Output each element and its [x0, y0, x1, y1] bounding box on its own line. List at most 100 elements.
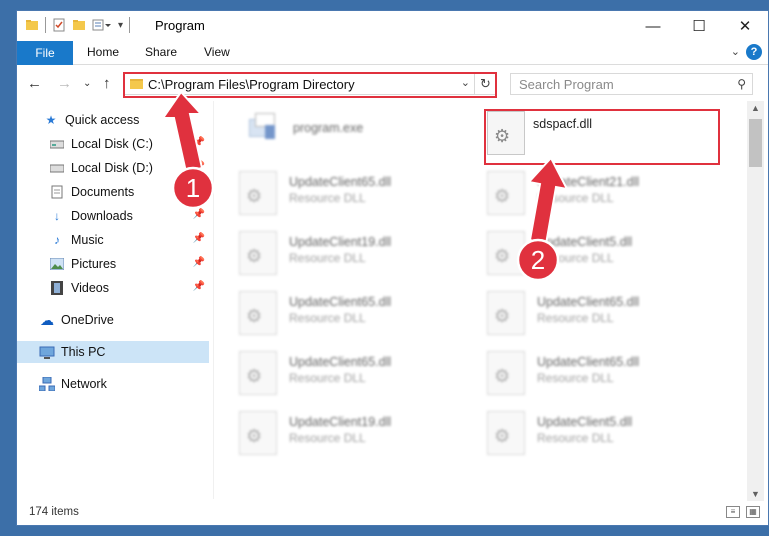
dll-icon: ⚙: [239, 231, 277, 275]
file-item[interactable]: ⚙ UpdateClient19.dll Resource DLL: [239, 231, 474, 287]
details-view-icon[interactable]: ≡: [726, 506, 740, 518]
tab-home[interactable]: Home: [87, 45, 119, 59]
dll-icon: ⚙: [239, 411, 277, 455]
qat-dropdown-icon[interactable]: ▾: [118, 20, 123, 31]
file-name: UpdateClient19.dll: [289, 235, 392, 249]
file-type: Resource DLL: [289, 191, 366, 205]
file-item[interactable]: ⚙ UpdateClient65.dll Resource DLL: [239, 291, 474, 347]
computer-icon: [39, 345, 55, 359]
tab-share[interactable]: Share: [145, 45, 177, 59]
scroll-down-icon[interactable]: ▼: [751, 489, 760, 499]
minimize-button[interactable]: —: [630, 11, 676, 41]
file-name: UpdateClient21.dll: [537, 175, 640, 189]
sidebar-item-onedrive[interactable]: ☁ OneDrive: [17, 309, 209, 331]
help-button[interactable]: ?: [746, 44, 762, 60]
drive-icon: [49, 161, 65, 175]
file-item[interactable]: ⚙ UpdateClient5.dll Resource DLL: [487, 411, 722, 467]
videos-icon: [49, 281, 65, 295]
file-item[interactable]: ⚙ UpdateClient65.dll Resource DLL: [487, 291, 722, 347]
sidebar-item-network[interactable]: Network: [17, 373, 209, 395]
file-item[interactable]: ⚙ UpdateClient21.dll Resource DLL: [487, 171, 722, 227]
new-folder-icon[interactable]: [72, 18, 86, 32]
forward-button[interactable]: →: [57, 75, 72, 92]
pane-divider: [213, 101, 214, 499]
up-button[interactable]: ↑: [103, 75, 111, 92]
expand-ribbon-icon[interactable]: ⌄: [731, 45, 740, 58]
sidebar-item-label: Downloads: [71, 209, 133, 223]
tab-file[interactable]: File: [17, 41, 73, 65]
sidebar-item-documents[interactable]: Documents 📌: [17, 181, 209, 203]
gear-icon: ⚙: [246, 366, 263, 386]
vertical-scrollbar[interactable]: ▲ ▼: [747, 101, 764, 501]
sidebar-item-label: Local Disk (D:): [71, 161, 153, 175]
file-name: UpdateClient5.dll: [537, 415, 633, 429]
quick-access-toolbar: ▾: [25, 17, 131, 33]
window-title: Program: [155, 18, 205, 33]
file-item[interactable]: program.exe: [243, 111, 478, 167]
maximize-button[interactable]: ☐: [676, 11, 722, 41]
file-type: Resource DLL: [289, 251, 366, 265]
pin-icon: 📌: [192, 137, 205, 148]
dll-icon: ⚙: [239, 291, 277, 335]
file-item[interactable]: ⚙ UpdateClient5.dll Resource DLL: [487, 231, 722, 287]
scroll-thumb[interactable]: [749, 119, 762, 167]
pin-icon: 📌: [192, 161, 205, 172]
dll-icon: ⚙: [239, 171, 277, 215]
ribbon-tabs: File Home Share View ⌄ ?: [17, 41, 768, 65]
file-name: UpdateClient65.dll: [289, 355, 392, 369]
customize-icon[interactable]: [92, 18, 112, 32]
pin-icon: 📌: [192, 233, 205, 244]
sidebar-item-this-pc[interactable]: This PC: [17, 341, 209, 363]
gear-icon: ⚙: [494, 426, 511, 446]
view-buttons: ≡ ▦: [726, 506, 760, 518]
sidebar-item-quick-access[interactable]: ★ Quick access: [17, 109, 209, 131]
sidebar-item-music[interactable]: ♪ Music 📌: [17, 229, 209, 251]
back-button[interactable]: ←: [27, 75, 42, 92]
file-item[interactable]: ⚙ UpdateClient65.dll Resource DLL: [487, 351, 722, 407]
pin-icon: 📌: [192, 209, 205, 220]
file-name: UpdateClient65.dll: [537, 295, 640, 309]
file-type: Resource DLL: [289, 311, 366, 325]
status-bar: 174 items ≡ ▦: [17, 503, 768, 525]
file-item[interactable]: ⚙ UpdateClient65.dll Resource DLL: [239, 351, 474, 407]
pin-icon: 📌: [192, 185, 205, 196]
item-count: 174 items: [29, 506, 79, 518]
sidebar-item-label: Quick access: [65, 113, 140, 127]
gear-icon: ⚙: [246, 306, 263, 326]
recent-locations-icon[interactable]: ⌄: [83, 78, 91, 89]
large-icons-view-icon[interactable]: ▦: [746, 506, 760, 518]
download-icon: ↓: [54, 209, 60, 223]
file-item[interactable]: ⚙ UpdateClient65.dll Resource DLL: [239, 171, 474, 227]
file-name: UpdateClient5.dll: [537, 235, 633, 249]
search-input[interactable]: Search Program: [519, 77, 614, 92]
gear-icon: ⚙: [494, 366, 511, 386]
sidebar-item-label: This PC: [61, 345, 106, 359]
folder-icon[interactable]: [25, 18, 39, 32]
star-icon: ★: [45, 113, 57, 127]
file-type: Resource DLL: [537, 191, 614, 205]
exe-icon: [249, 113, 277, 141]
sidebar-item-local-disk-c[interactable]: Local Disk (C:) 📌: [17, 133, 209, 155]
sidebar-item-local-disk-d[interactable]: Local Disk (D:) 📌: [17, 157, 209, 179]
dll-icon: ⚙: [487, 171, 525, 215]
file-name: program.exe: [293, 121, 364, 135]
target-file-highlight: [484, 109, 720, 165]
search-box[interactable]: Search Program ⚲: [510, 73, 753, 95]
tab-view[interactable]: View: [204, 45, 230, 59]
properties-icon[interactable]: [52, 18, 66, 32]
toolbar-separator: [45, 17, 46, 33]
dll-icon: ⚙: [487, 351, 525, 395]
file-type: Resource DLL: [537, 251, 614, 265]
search-icon[interactable]: ⚲: [737, 77, 746, 91]
gear-icon: ⚙: [246, 186, 263, 206]
dll-icon: ⚙: [487, 231, 525, 275]
scroll-up-icon[interactable]: ▲: [751, 103, 760, 113]
sidebar-item-label: Network: [61, 377, 107, 391]
sidebar-item-videos[interactable]: Videos 📌: [17, 277, 209, 299]
sidebar-item-pictures[interactable]: Pictures 📌: [17, 253, 209, 275]
close-button[interactable]: ✕: [722, 11, 768, 41]
file-item[interactable]: ⚙ UpdateClient19.dll Resource DLL: [239, 411, 474, 467]
window-controls: — ☐ ✕: [630, 11, 768, 41]
sidebar-item-downloads[interactable]: ↓ Downloads 📌: [17, 205, 209, 227]
file-type: Resource DLL: [289, 431, 366, 445]
